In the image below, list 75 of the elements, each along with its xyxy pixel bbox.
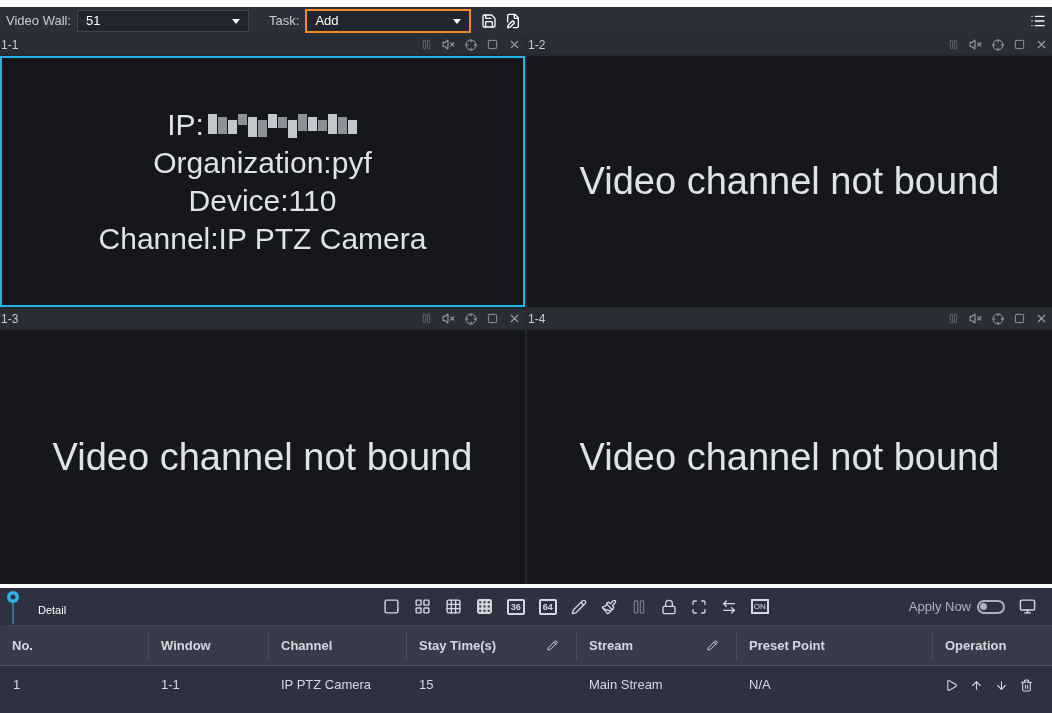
mute-icon[interactable] [969,312,982,325]
channel-info-text: Organization:pyf [153,144,372,181]
crosshair-icon[interactable] [465,38,477,51]
column-header: Channel [268,631,406,660]
move-down-icon[interactable] [995,678,1008,692]
apply-now-label: Apply Now [908,597,971,616]
pane-label: 1-4 [527,310,546,328]
edit-icon[interactable] [707,640,718,651]
table-cell-text: Main Stream [588,676,664,695]
close-icon[interactable] [508,38,521,51]
delete-icon[interactable] [1020,678,1033,692]
mute-icon[interactable] [969,38,982,51]
save-icon[interactable] [481,13,498,29]
sixteen-layout-icon[interactable] [475,598,493,615]
video-pane[interactable]: Video channel not bound [527,56,1052,307]
task-dropdown[interactable]: Add [305,9,472,33]
edit-icon[interactable] [570,598,587,615]
crosshair-icon[interactable] [992,312,1004,325]
layout-button[interactable]: 36 [506,598,525,615]
mute-icon[interactable] [442,38,455,51]
table-cell-text: 1-1 [160,676,181,695]
maximize-icon[interactable] [1014,39,1025,50]
mute-icon[interactable] [442,312,455,325]
four-layout-icon[interactable] [413,598,431,615]
pane-label: 1-2 [527,36,546,54]
expand-icon[interactable] [690,598,707,615]
swap-icon[interactable] [720,598,737,615]
list-icon[interactable] [1030,13,1046,29]
detail-title: Detail [38,603,67,619]
caret-icon [232,18,241,24]
channel-info-text: Channel:IP PTZ Camera [98,220,427,257]
brush-icon[interactable] [600,598,617,615]
channel-info-text: Device:110 [188,182,337,219]
video-wall-dropdown[interactable]: 51 [77,10,250,32]
nine-layout-icon[interactable] [444,598,462,615]
video-pane[interactable]: Video channel not bound [0,330,525,584]
caret-icon [453,18,462,24]
maximize-icon[interactable] [487,39,498,50]
table-cell-text: IP PTZ Camera [280,676,373,695]
play-icon[interactable] [945,678,958,692]
unbound-message: Video channel not bound [52,434,473,480]
layout-button[interactable]: 64 [538,598,557,615]
close-icon[interactable] [1035,312,1048,325]
column-header: No. [11,636,34,655]
table-cell-text: 15 [418,676,435,695]
pane-label: 1-3 [0,310,19,328]
edit-icon[interactable] [547,640,558,651]
ip-label: IP: [167,106,204,143]
monitor-on-button[interactable]: ON [750,599,769,614]
monitor-icon[interactable] [1019,598,1036,615]
close-icon[interactable] [508,312,521,325]
single-layout-icon[interactable] [382,598,400,615]
move-up-icon[interactable] [970,678,983,692]
unbound-message: Video channel not bound [579,434,1000,480]
pane-label: 1-1 [0,36,19,54]
column-header: Stay Time(s) [406,631,576,660]
maximize-icon[interactable] [1014,313,1025,324]
close-icon[interactable] [1035,38,1048,51]
column-header: Stream [576,631,736,660]
column-header: Preset Point [736,631,932,660]
crosshair-icon[interactable] [992,38,1004,51]
video-pane[interactable]: Video channel not bound [527,330,1052,584]
maximize-icon[interactable] [487,313,498,324]
save-as-icon[interactable] [505,13,522,29]
table-cell-text: 1 [12,676,22,695]
table-cell-text: N/A [748,676,772,695]
video-wall-label: Video Wall: [6,12,72,31]
crosshair-icon[interactable] [465,312,477,325]
apply-now-toggle[interactable] [977,599,1005,614]
task-label: Task: [269,12,300,31]
column-header: Operation [932,631,1052,660]
video-pane[interactable]: IP: Organization:pyf Device:110 Channel:IP PTZ Camera [0,56,525,307]
unbound-message: Video channel not bound [579,159,1000,204]
lock-icon[interactable] [660,598,677,615]
column-header: Window [148,631,268,660]
